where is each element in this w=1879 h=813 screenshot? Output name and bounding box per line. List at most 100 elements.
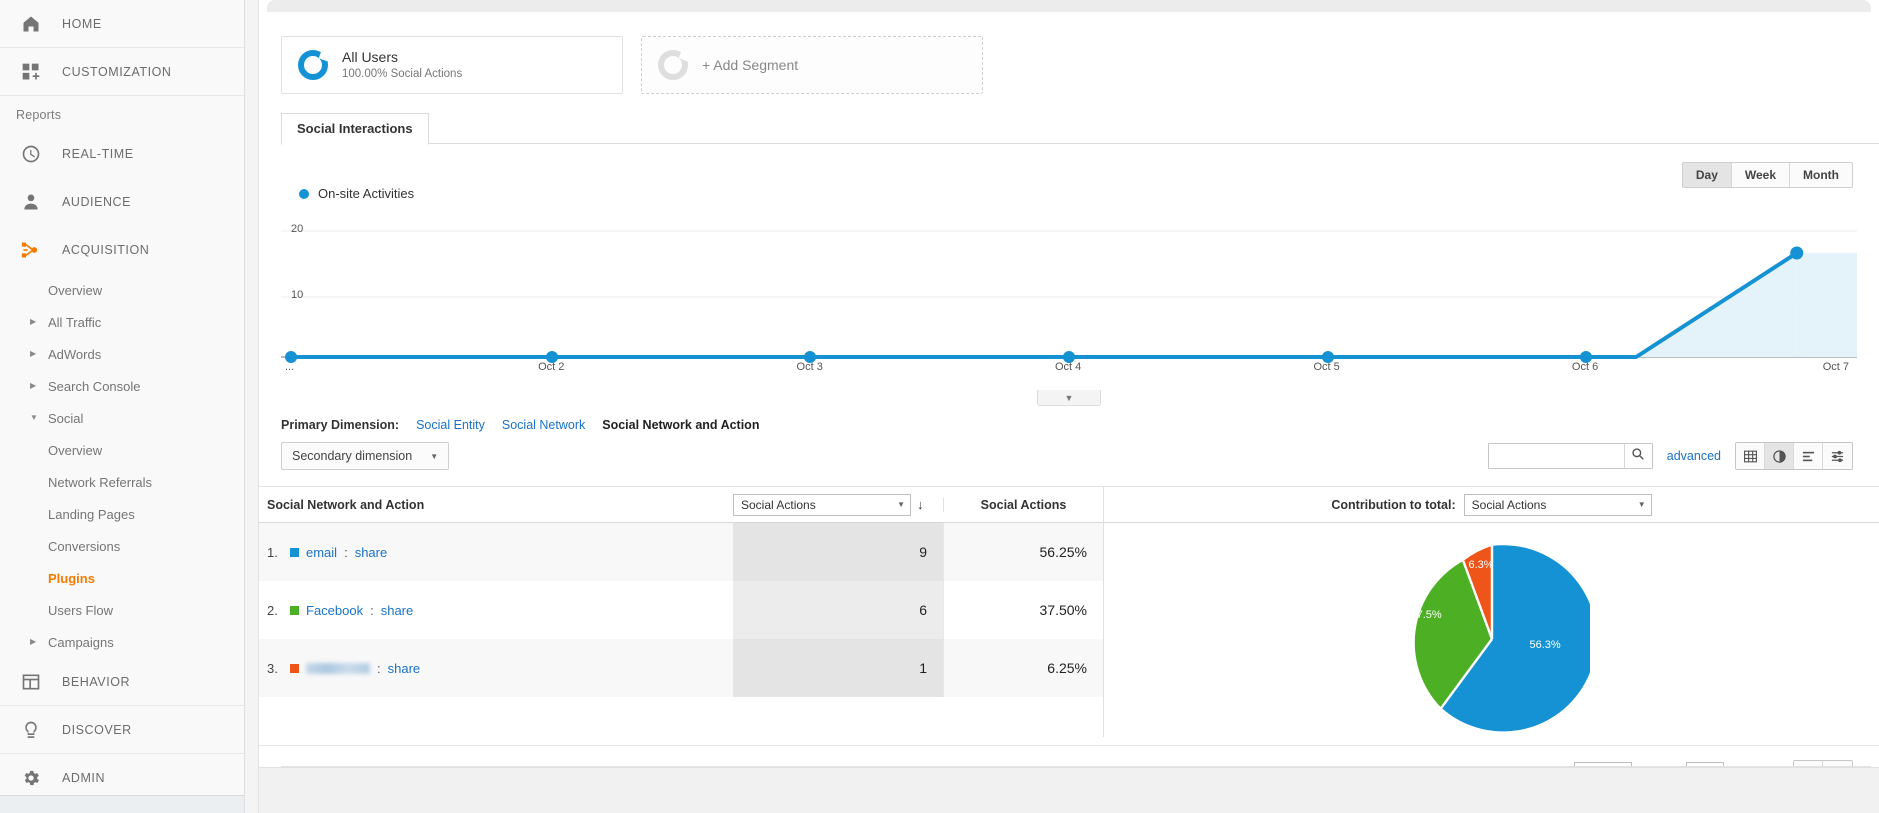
sidebar-item-users-flow[interactable]: Users Flow (0, 594, 244, 626)
view-type-toggle (1735, 442, 1853, 470)
advanced-link[interactable]: advanced (1667, 449, 1721, 463)
primary-dimension-social-entity[interactable]: Social Entity (416, 418, 485, 432)
primary-dimension-social-network-and-action[interactable]: Social Network and Action (602, 418, 759, 432)
row-network-link[interactable]: Facebook (306, 603, 363, 618)
pie-label-blue: 56.3% (1529, 639, 1561, 651)
row-network-link[interactable]: email (306, 545, 337, 560)
sidebar-item-audience[interactable]: AUDIENCE (0, 178, 244, 226)
sidebar-item-adwords[interactable]: ▶ AdWords (0, 338, 244, 370)
sidebar-item-home[interactable]: HOME (0, 0, 244, 48)
row-value: 9 (733, 523, 943, 581)
row-value: 6 (733, 581, 943, 639)
column-header-metric: Social Actions (943, 497, 1103, 512)
segment-subtitle: 100.00% Social Actions (342, 67, 463, 80)
sidebar-item-label: REAL-TIME (62, 147, 134, 161)
row-value: 1 (733, 639, 943, 697)
row-action-link[interactable]: share (355, 545, 388, 560)
metric-select[interactable]: Social Actions ▼ (733, 493, 911, 516)
sidebar-subitem-label: Conversions (48, 538, 121, 554)
chevron-right-icon: ▶ (30, 381, 37, 390)
pivot-view-icon[interactable] (1823, 443, 1852, 469)
table-row[interactable]: 3. : share 1 6.25% (259, 639, 1103, 697)
sidebar-item-behavior[interactable]: BEHAVIOR (0, 658, 244, 706)
sidebar-subitem-label: AdWords (48, 346, 102, 362)
sort-descending-icon[interactable]: ↓ (917, 497, 924, 512)
sidebar-item-label: ADMIN (62, 771, 106, 785)
legend-label: On-site Activities (318, 186, 415, 201)
metric-select-value: Social Actions (741, 497, 816, 512)
sidebar-item-label: BEHAVIOR (62, 674, 131, 689)
clock-icon (18, 142, 44, 166)
pie-chart[interactable] (1104, 523, 1879, 737)
sidebar-subitem-label: All Traffic (48, 314, 102, 330)
segment-bar: All Users 100.00% Social Actions + Add S… (259, 12, 1879, 94)
row-percent: 6.25% (943, 639, 1103, 697)
row-dimension-cell: 1. email : share (259, 545, 733, 560)
row-separator: : (377, 660, 381, 676)
segment-title: All Users (342, 48, 399, 65)
table-controls: Secondary dimension ▼ advanced (259, 432, 1879, 470)
sidebar-item-campaigns[interactable]: ▶ Campaigns (0, 626, 244, 658)
pie-chart-view-icon[interactable] (1765, 443, 1794, 469)
table-row[interactable]: 1. email : share 9 56.25% (259, 523, 1103, 581)
segment-donut-icon (298, 50, 328, 80)
add-segment-label: + Add Segment (702, 57, 799, 73)
table-search[interactable] (1487, 443, 1653, 469)
search-button[interactable] (1623, 444, 1652, 468)
add-segment-button[interactable]: + Add Segment (641, 36, 983, 94)
row-rank: 2. (267, 602, 278, 618)
sidebar-item-discover[interactable]: DISCOVER (0, 706, 244, 754)
sidebar-subitem-label: Landing Pages (48, 506, 135, 522)
primary-dimension-social-network[interactable]: Social Network (502, 418, 585, 432)
chevron-right-icon: ▶ (30, 637, 37, 646)
sidebar-item-customization[interactable]: CUSTOMIZATION (0, 48, 244, 96)
y-tick-10: 10 (291, 289, 304, 301)
data-table: Social Network and Action Social Actions… (259, 487, 1104, 737)
sidebar-subitem-label: Search Console (48, 378, 141, 394)
sidebar-item-all-traffic[interactable]: ▶ All Traffic (0, 306, 244, 338)
sidebar-item-label: ACQUISITION (62, 243, 150, 257)
row-percent: 56.25% (943, 523, 1103, 581)
left-gutter (245, 0, 259, 813)
granularity-day[interactable]: Day (1682, 163, 1732, 187)
chart-collapse-button[interactable]: ▼ (1037, 390, 1101, 406)
row-action-link[interactable]: share (381, 603, 414, 618)
home-icon (18, 12, 44, 36)
segment-all-users[interactable]: All Users 100.00% Social Actions (281, 36, 623, 94)
secondary-dimension-dropdown[interactable]: Secondary dimension ▼ (281, 442, 450, 470)
table-row[interactable]: 2. Facebook : share 6 37.50% (259, 581, 1103, 639)
table-view-icon[interactable] (1736, 443, 1765, 469)
timeline-chart[interactable]: 20 10 ... Oct 2 Oct 3 Oct 4 Oct 5 Oct 6 … (281, 215, 1857, 406)
sidebar-item-landing-pages[interactable]: Landing Pages (0, 498, 244, 530)
sidebar-bottom-strip (0, 795, 244, 813)
search-input[interactable] (1488, 444, 1624, 468)
sidebar-item-plugins[interactable]: Plugins (0, 562, 244, 594)
row-separator: : (344, 544, 348, 560)
sidebar-item-acquisition[interactable]: ACQUISITION (0, 226, 244, 274)
tab-social-interactions[interactable]: Social Interactions (281, 113, 429, 145)
contribution-metric-select[interactable]: Social Actions ▼ (1463, 493, 1652, 516)
sidebar-subitem-label: Campaigns (48, 634, 114, 650)
chevron-down-icon: ▼ (897, 500, 905, 509)
sidebar-item-conversions[interactable]: Conversions (0, 530, 244, 562)
sidebar-subitem-label: Plugins (48, 570, 95, 586)
reports-heading: Reports (16, 108, 62, 122)
row-percent: 37.50% (943, 581, 1103, 639)
sidebar-item-overview[interactable]: Overview (0, 274, 244, 306)
series-color-swatch (290, 663, 299, 673)
behavior-icon (18, 670, 44, 694)
report-content: All Users 100.00% Social Actions + Add S… (259, 0, 1879, 813)
sidebar-item-network-referrals[interactable]: Network Referrals (0, 466, 244, 498)
row-action-link[interactable]: share (388, 661, 421, 676)
sidebar-item-search-console[interactable]: ▶ Search Console (0, 370, 244, 402)
x-tick-oct6: Oct 6 (1571, 361, 1599, 373)
granularity-week[interactable]: Week (1731, 163, 1791, 187)
sidebar-item-social-overview[interactable]: Overview (0, 434, 244, 466)
sidebar-subitem-label: Social (48, 410, 84, 426)
sidebar-item-real-time[interactable]: REAL-TIME (0, 130, 244, 178)
sidebar-item-label: AUDIENCE (62, 195, 131, 209)
performance-view-icon[interactable] (1794, 443, 1823, 469)
row-dimension-cell: 2. Facebook : share (259, 603, 733, 618)
sidebar-item-social[interactable]: ▼ Social (0, 402, 244, 434)
granularity-month[interactable]: Month (1790, 163, 1852, 187)
